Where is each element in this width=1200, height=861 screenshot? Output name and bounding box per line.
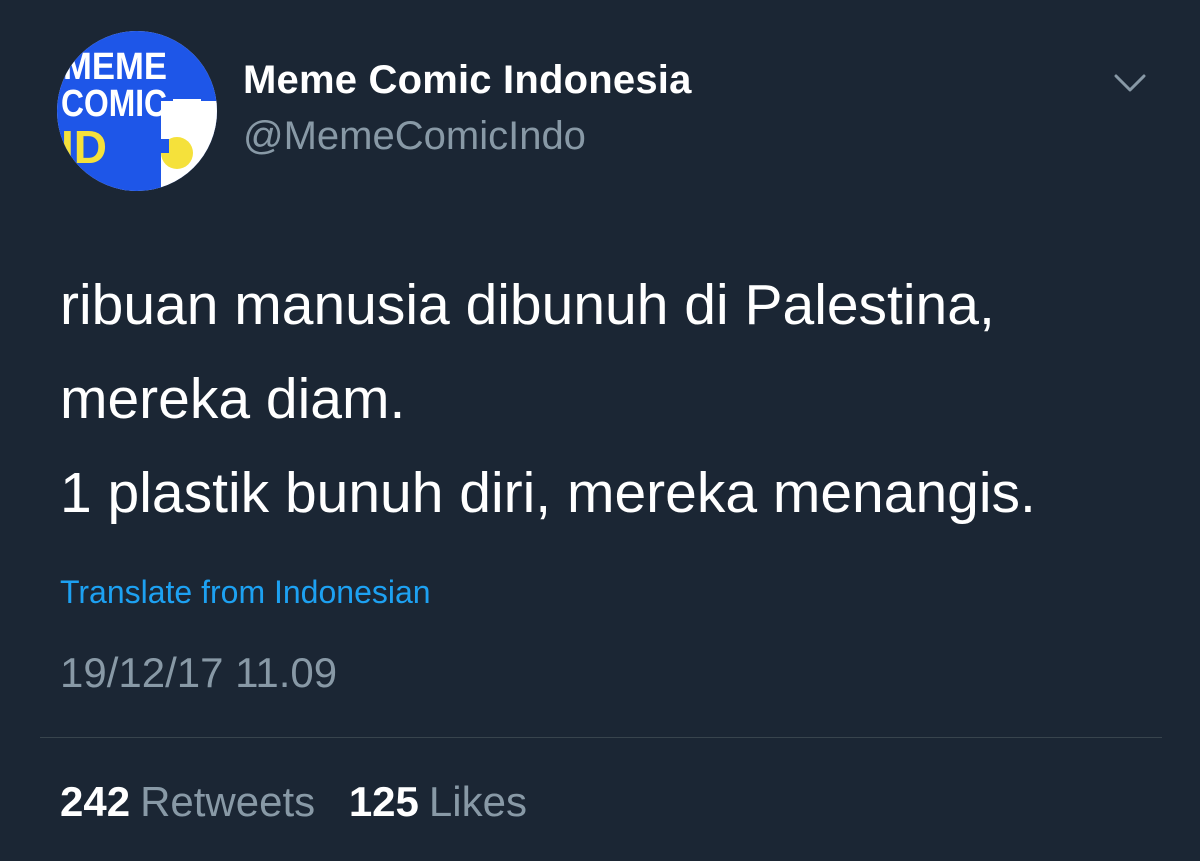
tweet-card: MEME COMIC ID Meme Comic Indonesia @Meme… xyxy=(0,0,1200,861)
tweet-text-line: ribuan manusia dibunuh di Palestina, xyxy=(60,273,995,337)
retweets-label: Retweets xyxy=(140,778,316,825)
retweets-stat[interactable]: 242 Retweets xyxy=(60,778,315,826)
likes-count: 125 xyxy=(348,778,419,825)
translate-link[interactable]: Translate from Indonesian xyxy=(60,574,431,611)
chevron-down-icon xyxy=(1114,74,1146,92)
tweet-stats: 242 Retweets 125 Likes xyxy=(60,778,549,826)
user-handle[interactable]: @MemeComicIndo xyxy=(243,114,586,159)
svg-text:COMIC: COMIC xyxy=(61,83,167,125)
avatar[interactable]: MEME COMIC ID xyxy=(57,31,217,191)
retweets-count: 242 xyxy=(60,778,131,825)
tweet-menu-button[interactable] xyxy=(1110,66,1150,102)
likes-stat[interactable]: 125 Likes xyxy=(349,778,527,826)
divider xyxy=(40,737,1162,738)
avatar-logo-icon: MEME COMIC ID xyxy=(57,31,217,191)
tweet-text-line: 1 plastik bunuh diri, mereka menangis. xyxy=(60,461,1036,525)
tweet-text: ribuan manusia dibunuh di Palestina, mer… xyxy=(60,258,1160,540)
tweet-timestamp[interactable]: 19/12/17 11.09 xyxy=(60,649,337,697)
display-name[interactable]: Meme Comic Indonesia xyxy=(243,58,692,103)
svg-text:MEME: MEME xyxy=(63,46,167,88)
tweet-text-line: mereka diam. xyxy=(60,367,406,431)
likes-label: Likes xyxy=(428,778,527,825)
svg-text:ID: ID xyxy=(61,121,107,173)
